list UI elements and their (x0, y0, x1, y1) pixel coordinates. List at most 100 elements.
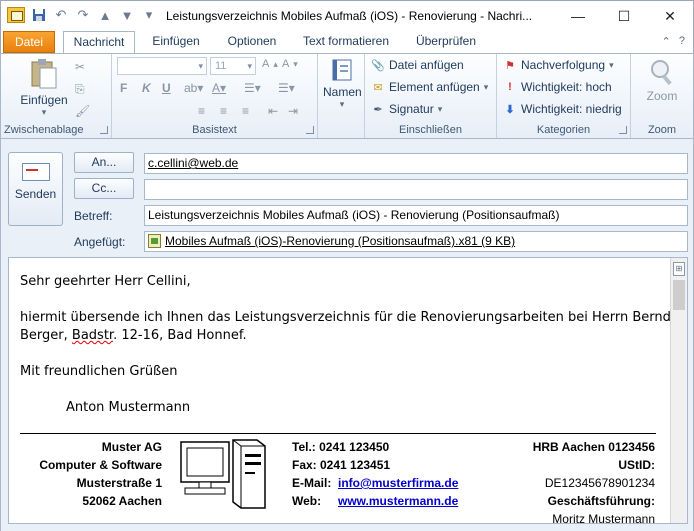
cut-icon[interactable]: ✂ (75, 60, 85, 74)
save-icon[interactable] (31, 7, 47, 23)
importance-high-button[interactable]: ! Wichtigkeit: hoch (503, 80, 612, 94)
tab-options[interactable]: Optionen (219, 31, 285, 53)
signature-legal-block: HRB Aachen 0123456 UStID: DE123456789012… (533, 438, 655, 528)
sig-gf-label: Geschäftsführung: (547, 494, 655, 508)
group-label-tags: Kategorien (536, 124, 591, 136)
tab-insert[interactable]: Einfügen (143, 31, 209, 53)
computer-logo-icon (180, 439, 266, 509)
customize-qat-icon[interactable]: ▾ (141, 7, 157, 23)
message-editor[interactable]: Sehr geehrter Herr Cellini, hiermit über… (8, 257, 688, 526)
names-label: Namen (323, 85, 362, 99)
sig-email-link[interactable]: info@musterfirma.de (338, 476, 458, 490)
group-label-zoom: Zoom (647, 124, 677, 136)
group-label-basic-text: Basistext (192, 124, 237, 136)
address-book-icon (332, 59, 352, 81)
font-size-combo[interactable]: 11 (210, 57, 256, 75)
align-left-icon[interactable]: ≡ (198, 104, 205, 118)
importance-low-button[interactable]: ⬇ Wichtigkeit: niedrig (503, 102, 621, 116)
tab-format-text[interactable]: Text formatieren (297, 31, 395, 53)
redo-icon[interactable]: ↷ (75, 7, 91, 23)
signature-company-block: Muster AG Computer & Software Musterstra… (39, 438, 162, 510)
font-name-combo[interactable] (117, 57, 207, 75)
zoom-button[interactable]: Zoom (641, 58, 683, 103)
sig-street: Musterstraße 1 (76, 476, 162, 490)
highlight-icon[interactable]: ab▾ (184, 81, 203, 95)
cc-button[interactable]: Cc... (74, 178, 134, 199)
closing: Mit freundlichen Grüßen (20, 364, 178, 379)
tags-launcher[interactable] (619, 126, 627, 134)
group-basic-text: 11 A▴ A▾ F K U ab▾ A▾ ☰▾ ☰▾ ≡ ≡ ≡ ⇤ ⇥ Ba… (112, 54, 318, 138)
bold-icon[interactable]: F (120, 81, 127, 95)
collapse-ribbon-icon[interactable]: ⌃ (662, 35, 671, 48)
underline-icon[interactable]: U (162, 81, 171, 95)
close-button[interactable]: ✕ (647, 1, 693, 31)
sig-fax: Fax: 0241 123451 (292, 458, 391, 472)
quick-access-toolbar: ↶ ↷ ▲ ▼ ▾ (7, 7, 157, 23)
red-flag-icon: ⚑ (505, 59, 515, 72)
subject-label: Betreff: (74, 209, 113, 223)
tab-message[interactable]: Nachricht (63, 31, 135, 54)
ribbon-tabs: Datei Nachricht Einfügen Optionen Text f… (0, 31, 694, 54)
followup-label: Nachverfolgung (521, 58, 606, 72)
group-names: Namen ▾ (318, 54, 365, 138)
subject-field[interactable]: Leistungsverzeichnis Mobiles Aufmaß (iOS… (144, 205, 688, 226)
sig-hrb: HRB Aachen 0123456 (532, 440, 655, 454)
group-label-include: Einschließen (399, 124, 462, 136)
message-header: Senden An... c.cellini@web.de Cc... Betr… (0, 139, 694, 255)
attach-file-button[interactable]: 📎 Datei anfügen (371, 58, 464, 72)
to-button[interactable]: An... (74, 152, 134, 173)
body-line-2: Berger, Badstr. 12-16, Bad Honnef. (20, 328, 247, 343)
font-color-icon[interactable]: A▾ (212, 81, 226, 95)
numbering-icon[interactable]: ☰▾ (278, 81, 295, 95)
signature-button[interactable]: ✒ Signatur ▾ (371, 102, 442, 116)
exclamation-icon: ! (508, 81, 512, 93)
paste-label: Einfügen (20, 93, 68, 107)
send-button[interactable]: Senden (8, 152, 63, 226)
bullets-icon[interactable]: ☰▾ (244, 81, 261, 95)
greeting: Sehr geehrter Herr Cellini, (20, 274, 191, 289)
misspelled-word[interactable]: Badstr (72, 328, 113, 343)
ribbon-right-controls: ⌃ ? (662, 35, 685, 48)
tab-review[interactable]: Überprüfen (407, 31, 485, 53)
clipboard-launcher[interactable] (100, 126, 108, 134)
attachment-field[interactable]: Mobiles Aufmaß (iOS)-Renovierung (Positi… (144, 231, 688, 252)
signature-contact-block: Tel.: 0241 123450 Fax: 0241 123451 E-Mai… (292, 438, 458, 510)
minimize-button[interactable]: — (555, 1, 601, 31)
cc-field[interactable] (144, 179, 688, 200)
tab-file[interactable]: Datei (3, 31, 55, 53)
font-grow-icon[interactable]: A ▴ A ▾ (262, 58, 298, 70)
envelope-icon: ✉ (373, 81, 383, 94)
indent-decrease-icon[interactable]: ⇤ (268, 104, 278, 118)
ruler-toggle-icon[interactable]: ⊞ (673, 262, 685, 276)
indent-increase-icon[interactable]: ⇥ (288, 104, 298, 118)
scroll-thumb[interactable] (673, 280, 685, 310)
names-button[interactable]: Namen ▾ (323, 58, 362, 110)
align-right-icon[interactable]: ≡ (242, 104, 249, 118)
to-recipient[interactable]: c.cellini@web.de (148, 156, 238, 170)
basic-text-launcher[interactable] (306, 126, 314, 134)
paste-button[interactable]: Einfügen ▾ (19, 58, 69, 118)
followup-button[interactable]: ⚑ Nachverfolgung ▾ (503, 58, 614, 72)
format-painter-icon[interactable]: 🖌 (75, 104, 90, 118)
attachment-link[interactable]: Mobiles Aufmaß (iOS)-Renovierung (Positi… (165, 234, 515, 248)
group-tags: ⚑ Nachverfolgung ▾ ! Wichtigkeit: hoch ⬇… (497, 54, 631, 138)
attach-item-button[interactable]: ✉ Element anfügen ▾ (371, 80, 488, 94)
arrow-up-icon[interactable]: ▲ (97, 7, 113, 23)
attachment-file-icon (148, 234, 161, 248)
sig-gf: Moritz Mustermann (552, 512, 655, 526)
align-center-icon[interactable]: ≡ (220, 104, 227, 118)
arrow-down-icon[interactable]: ▼ (119, 7, 135, 23)
sig-email-label: E-Mail: (292, 476, 332, 490)
vertical-scrollbar[interactable]: ⊞ (670, 258, 687, 523)
italic-icon[interactable]: K (142, 81, 151, 95)
to-field[interactable]: c.cellini@web.de (144, 153, 688, 174)
undo-icon[interactable]: ↶ (53, 7, 69, 23)
window-controls: — ☐ ✕ (555, 1, 693, 31)
outlook-message-icon[interactable] (7, 7, 25, 23)
maximize-button[interactable]: ☐ (601, 1, 647, 31)
signature-divider (20, 433, 656, 434)
sig-web-link[interactable]: www.mustermann.de (338, 494, 458, 508)
paperclip-icon: 📎 (371, 59, 385, 72)
copy-icon[interactable]: ⎘ (75, 82, 85, 97)
help-icon[interactable]: ? (679, 35, 685, 48)
